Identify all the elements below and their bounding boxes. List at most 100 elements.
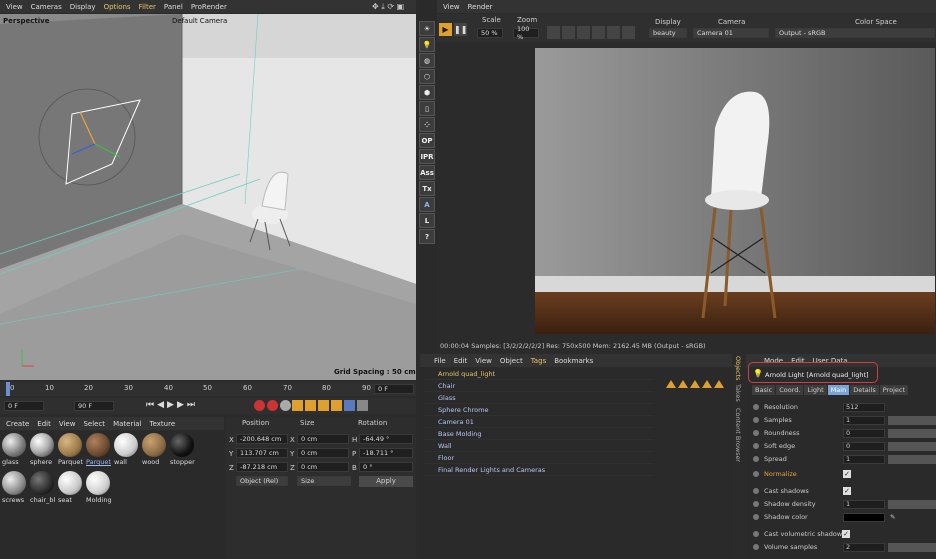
tab-details[interactable]: Details: [850, 385, 879, 395]
object-row-arnold-quad-light[interactable]: Arnold quad_light: [424, 369, 654, 380]
op-icon[interactable]: OP: [419, 133, 435, 148]
object-row-camera-01[interactable]: Camera 01: [424, 417, 654, 428]
mat-menu-material[interactable]: Material: [113, 420, 141, 428]
sphere-icon[interactable]: ◍: [419, 53, 435, 68]
play-render-button[interactable]: ▶: [439, 23, 452, 36]
display-dropdown[interactable]: beauty: [649, 28, 687, 38]
rotation-h-field[interactable]: -64.49 °: [359, 434, 413, 444]
menu-filter[interactable]: Filter: [139, 3, 156, 11]
menu-view[interactable]: View: [6, 3, 23, 11]
playback-controls[interactable]: ⏮◀▶▶⏭: [146, 400, 198, 410]
obj-menu-view[interactable]: View: [475, 357, 492, 365]
light-icon[interactable]: 💡: [419, 37, 435, 52]
roundness-slider[interactable]: [888, 428, 936, 438]
l-icon[interactable]: L: [419, 213, 435, 228]
material-stopper[interactable]: [170, 433, 194, 457]
obj-menu-bookmarks[interactable]: Bookmarks: [554, 357, 593, 365]
menu-options[interactable]: Options: [104, 3, 131, 11]
mat-menu-edit[interactable]: Edit: [37, 420, 51, 428]
object-row-wall[interactable]: Wall: [424, 441, 654, 452]
mat-menu-select[interactable]: Select: [83, 420, 105, 428]
tab-coord[interactable]: Coord.: [776, 385, 804, 395]
scale-field[interactable]: 50 %: [477, 28, 503, 38]
tab-project[interactable]: Project: [879, 385, 909, 395]
side-tab-takes[interactable]: Takes: [734, 384, 742, 402]
start-frame-field[interactable]: 0 F: [4, 401, 44, 411]
box-icon[interactable]: ⬢: [419, 85, 435, 100]
object-row-chair[interactable]: Chair: [424, 381, 654, 392]
3d-viewport[interactable]: Perspective Default Camera Grid Spacing …: [0, 14, 416, 380]
colorspace-dropdown[interactable]: Output - sRGB: [775, 28, 935, 38]
rotation-b-field[interactable]: 0 °: [359, 462, 413, 472]
object-row-final-render-lights[interactable]: Final Render Lights and Cameras: [424, 465, 654, 476]
material-parquet-selected[interactable]: [86, 433, 110, 457]
normalize-checkbox[interactable]: ✓: [843, 470, 851, 478]
tab-light[interactable]: Light: [804, 385, 827, 395]
volume-samples-slider[interactable]: [888, 542, 936, 552]
material-molding[interactable]: [86, 471, 110, 495]
tab-basic[interactable]: Basic: [752, 385, 776, 395]
side-tab-content-browser[interactable]: Content Browser: [734, 408, 742, 462]
obj-menu-object[interactable]: Object: [500, 357, 523, 365]
dots-icon[interactable]: ⁘: [419, 117, 435, 132]
position-y-field[interactable]: 113.707 cm: [236, 448, 288, 458]
key-buttons[interactable]: [292, 400, 368, 411]
samples-field[interactable]: 1: [843, 415, 885, 425]
object-row-glass[interactable]: Glass: [424, 393, 654, 404]
size-y-field[interactable]: 0 cm: [297, 448, 349, 458]
render-menu-render[interactable]: Render: [468, 3, 493, 11]
help-icon[interactable]: ?: [419, 229, 435, 244]
mat-menu-create[interactable]: Create: [6, 420, 29, 428]
record-buttons[interactable]: [254, 400, 291, 411]
mat-menu-view[interactable]: View: [59, 420, 76, 428]
material-chair-bl[interactable]: [30, 471, 54, 495]
object-row-base-molding[interactable]: Base Molding: [424, 429, 654, 440]
shadow-color-swatch[interactable]: [843, 512, 885, 522]
ass-icon[interactable]: Ass: [419, 165, 435, 180]
position-z-field[interactable]: -87.218 cm: [236, 462, 288, 472]
object-row-sphere-chrome[interactable]: Sphere Chrome: [424, 405, 654, 416]
arnold-icon[interactable]: ☀: [419, 21, 435, 36]
obj-menu-file[interactable]: File: [434, 357, 446, 365]
cast-volumetric-checkbox[interactable]: ✓: [842, 530, 850, 538]
pause-render-button[interactable]: ❚❚: [454, 23, 467, 36]
render-canvas[interactable]: [437, 42, 936, 340]
file-icon[interactable]: ▯: [419, 101, 435, 116]
menu-panel[interactable]: Panel: [164, 3, 183, 11]
volume-samples-field[interactable]: 2: [843, 542, 885, 552]
shadow-density-slider[interactable]: [888, 499, 936, 509]
ipr-icon[interactable]: IPR: [419, 149, 435, 164]
viewport-nav-icons[interactable]: ✥ ⤓ ⟳ ▣: [372, 2, 404, 12]
size-x-field[interactable]: 0 cm: [297, 434, 349, 444]
soft-edge-field[interactable]: 0: [843, 441, 885, 451]
soft-edge-slider[interactable]: [888, 441, 936, 451]
camera-label[interactable]: Default Camera: [172, 17, 227, 25]
render-tool-icons[interactable]: [547, 26, 635, 39]
rotation-p-field[interactable]: -18.711 °: [359, 448, 413, 458]
tx-icon[interactable]: Tx: [419, 181, 435, 196]
object-row-floor[interactable]: Floor: [424, 453, 654, 464]
size-mode-dropdown[interactable]: Size: [297, 476, 351, 486]
menu-cameras[interactable]: Cameras: [31, 3, 62, 11]
spread-field[interactable]: 1: [843, 454, 885, 464]
mat-menu-texture[interactable]: Texture: [150, 420, 176, 428]
material-wall[interactable]: [114, 433, 138, 457]
zoom-field[interactable]: 100 %: [513, 25, 539, 41]
cast-shadows-checkbox[interactable]: ✓: [843, 487, 851, 495]
roundness-field[interactable]: 0: [843, 428, 885, 438]
tab-main[interactable]: Main: [827, 385, 850, 395]
material-sphere[interactable]: [30, 433, 54, 457]
render-menu-view[interactable]: View: [443, 3, 460, 11]
material-screws[interactable]: [2, 471, 26, 495]
timeline-ruler[interactable]: 0 10 20 30 40 50 60 70 80 90 0 F: [0, 382, 416, 396]
menu-display[interactable]: Display: [70, 3, 96, 11]
side-tab-objects[interactable]: Objects: [734, 356, 742, 381]
material-glass[interactable]: [2, 433, 26, 457]
end-frame-field[interactable]: 90 F: [74, 401, 114, 411]
obj-menu-tags[interactable]: Tags: [531, 357, 547, 365]
camera-dropdown[interactable]: Camera 01: [693, 28, 769, 38]
spread-slider[interactable]: [888, 454, 936, 464]
size-z-field[interactable]: 0 cm: [297, 462, 349, 472]
coord-mode-dropdown[interactable]: Object (Rel): [236, 476, 288, 486]
menu-prorender[interactable]: ProRender: [191, 3, 227, 11]
